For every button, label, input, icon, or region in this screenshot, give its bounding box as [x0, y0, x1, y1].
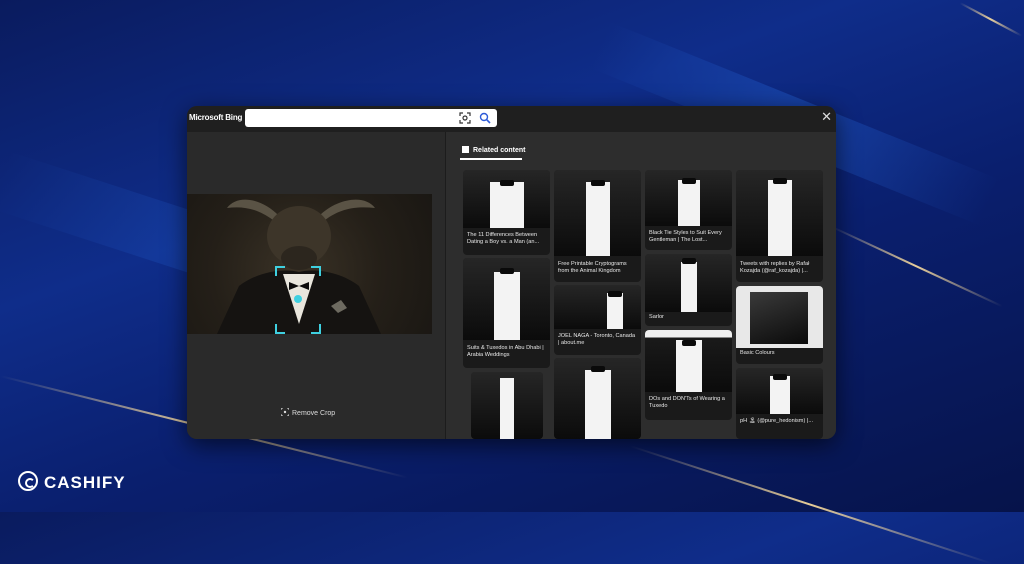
remove-crop-button[interactable]: Remove Crop: [280, 407, 336, 417]
result-card[interactable]: JOEL NAGA - Toronto, Canada | about.me: [554, 285, 641, 355]
result-card[interactable]: pH 🏝 (@pure_hedonism) |...: [736, 368, 823, 439]
result-card[interactable]: DOs and DON'Ts of Wearing a Tuxedo: [645, 330, 732, 420]
result-card[interactable]: The 11 Differences Between Dating a Boy …: [463, 170, 550, 255]
result-caption: Black Tie Styles to Suit Every Gentleman…: [649, 230, 722, 244]
background-gold-streak: [829, 225, 1003, 308]
result-card[interactable]: [471, 372, 543, 439]
result-card[interactable]: Tweets with replies by Rafał Kozajda (@r…: [736, 170, 823, 282]
background-gold-streak: [629, 445, 992, 564]
result-card[interactable]: Sarlor: [645, 254, 732, 326]
cashify-logo-icon: [18, 471, 38, 491]
remove-crop-label: Remove Crop: [292, 410, 336, 417]
result-card[interactable]: Black Tie Styles to Suit Every Gentleman…: [645, 170, 732, 250]
result-caption: Tweets with replies by Rafał Kozajda (@r…: [740, 261, 810, 275]
related-content-panel: Related content The 11 Differences Betwe…: [446, 132, 836, 439]
result-caption: Basic Colours: [740, 350, 775, 356]
search-icon[interactable]: [479, 112, 491, 124]
crop-hotspot-dot[interactable]: [294, 295, 302, 303]
top-bar: Microsoft Bing ✕: [187, 106, 836, 132]
result-card[interactable]: Free Printable Cryptograms from the Anim…: [554, 170, 641, 282]
result-card[interactable]: Suits & Tuxedos in Abu Dhabi | Arabia We…: [463, 258, 550, 368]
visual-search-icon[interactable]: [459, 112, 471, 124]
cashify-wordmark: CASHIFY: [44, 473, 126, 492]
result-caption: Sarlor: [649, 314, 664, 320]
result-caption: JOEL NAGA - Toronto, Canada | about.me: [558, 333, 636, 347]
search-input[interactable]: [245, 109, 497, 127]
search-field[interactable]: [249, 111, 453, 127]
close-icon[interactable]: ✕: [821, 110, 832, 123]
related-content-tab[interactable]: Related content: [462, 146, 526, 154]
result-card[interactable]: [554, 358, 641, 439]
tab-underline: [460, 158, 522, 160]
result-caption: Suits & Tuxedos in Abu Dhabi | Arabia We…: [467, 345, 544, 359]
background-gold-streak: [959, 2, 1023, 37]
visual-search-window: Microsoft Bing ✕ Remove Crop Related con…: [187, 106, 836, 439]
result-caption: Free Printable Cryptograms from the Anim…: [558, 261, 627, 275]
crop-icon: [280, 407, 290, 417]
related-content-heading: Related content: [473, 147, 526, 154]
result-caption: DOs and DON'Ts of Wearing a Tuxedo: [649, 396, 725, 410]
result-caption: pH 🏝 (@pure_hedonism) |...: [740, 418, 813, 424]
result-caption: The 11 Differences Between Dating a Boy …: [467, 232, 540, 246]
result-card[interactable]: Basic Colours: [736, 286, 823, 364]
grid-icon: [462, 146, 469, 153]
bing-brand: Microsoft Bing: [189, 113, 243, 122]
query-image-bull-in-tuxedo: [187, 194, 432, 334]
query-image-panel: Remove Crop: [187, 132, 445, 439]
